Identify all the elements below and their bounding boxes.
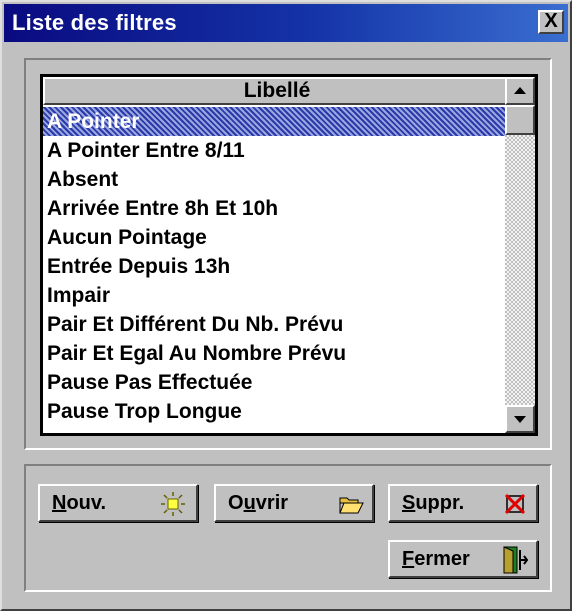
scroll-down-button[interactable] bbox=[505, 405, 535, 433]
list-item[interactable]: Absent bbox=[43, 165, 511, 194]
vertical-scrollbar[interactable] bbox=[505, 77, 535, 433]
list-item[interactable]: A Pointer bbox=[43, 107, 511, 136]
close-button-label: Fermer bbox=[402, 548, 470, 570]
new-button[interactable]: Nouv. bbox=[38, 484, 198, 522]
close-button[interactable]: Fermer bbox=[388, 540, 538, 578]
exit-door-icon bbox=[503, 546, 528, 574]
list-item[interactable]: Arrivée Entre 8h Et 10h bbox=[43, 194, 511, 223]
delete-button-label: Suppr. bbox=[402, 492, 465, 514]
list-item[interactable]: Aucun Pointage bbox=[43, 223, 511, 252]
delete-x-icon bbox=[504, 493, 526, 515]
list-item[interactable]: Entrée Depuis 13h bbox=[43, 252, 511, 281]
list-item[interactable]: Pause Pas Effectuée bbox=[43, 368, 511, 397]
list-item[interactable]: Pause Trop Longue bbox=[43, 397, 511, 426]
arrow-down-icon bbox=[514, 416, 526, 423]
delete-button[interactable]: Suppr. bbox=[388, 484, 538, 522]
close-window-button[interactable]: X bbox=[538, 10, 564, 34]
list-item[interactable]: Pair Et Egal Au Nombre Prévu bbox=[43, 339, 511, 368]
scroll-thumb[interactable] bbox=[505, 105, 535, 135]
open-folder-icon bbox=[339, 497, 364, 514]
button-panel: Nouv. Ouvrir Suppr. Fermer bbox=[24, 464, 552, 592]
list-item[interactable]: Impair bbox=[43, 281, 511, 310]
open-button-label: Ouvrir bbox=[228, 492, 289, 514]
list-item[interactable]: A Pointer Entre 8/11 bbox=[43, 136, 511, 165]
sun-icon bbox=[161, 492, 185, 516]
title-bar[interactable]: Liste des filtres X bbox=[4, 4, 568, 42]
dialog-window: Liste des filtres X Libellé A Pointer A P… bbox=[0, 0, 572, 611]
list-rows: A Pointer A Pointer Entre 8/11 Absent Arriv… bbox=[43, 107, 511, 426]
column-header-libelle[interactable]: Libellé bbox=[43, 77, 511, 105]
list-item[interactable]: Pair Et Différent Du Nb. Prévu bbox=[43, 310, 511, 339]
filter-listbox[interactable]: Libellé A Pointer A Pointer Entre 8/11 Abs… bbox=[40, 74, 538, 436]
list-panel: Libellé A Pointer A Pointer Entre 8/11 Abs… bbox=[24, 58, 552, 450]
new-button-label: Nouv. bbox=[52, 492, 107, 514]
open-button[interactable]: Ouvrir bbox=[214, 484, 374, 522]
list-inner: Libellé A Pointer A Pointer Entre 8/11 Abs… bbox=[43, 77, 535, 433]
scroll-up-button[interactable] bbox=[505, 77, 535, 105]
arrow-up-icon bbox=[514, 87, 526, 94]
window-title: Liste des filtres bbox=[12, 10, 177, 35]
